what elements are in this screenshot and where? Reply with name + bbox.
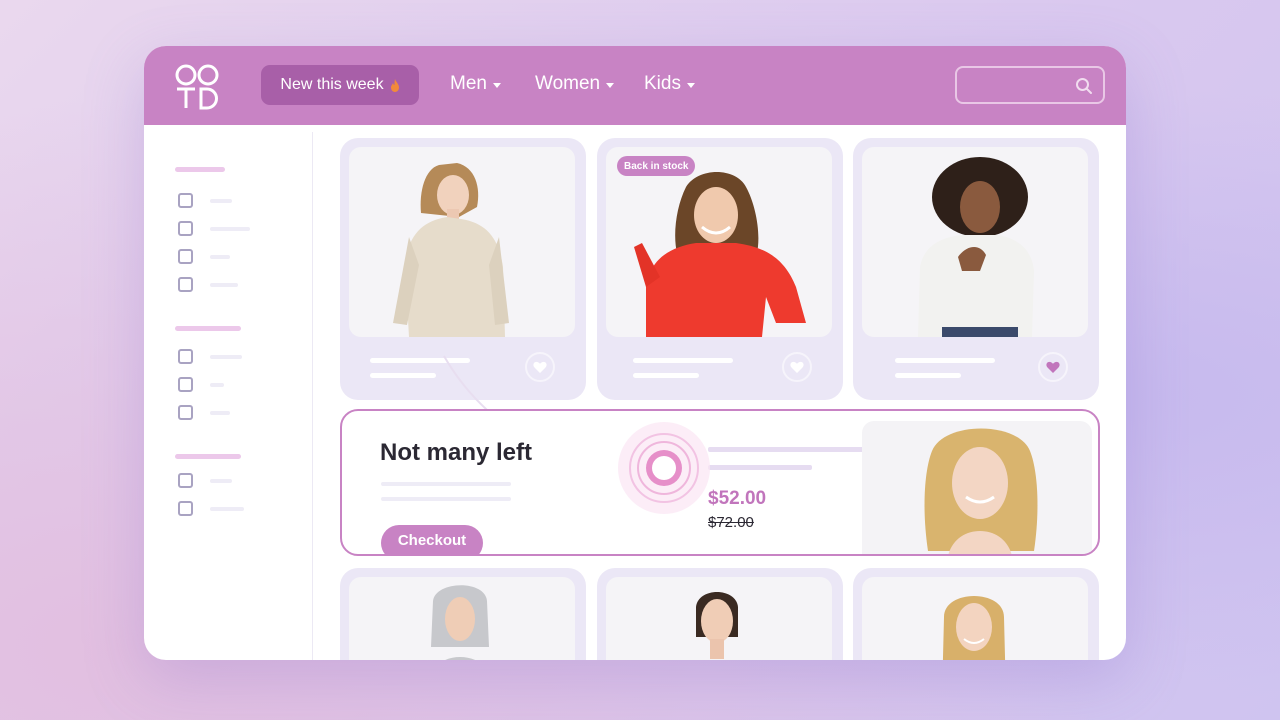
favorite-button[interactable] — [1038, 352, 1068, 382]
filter-group-heading — [175, 167, 225, 172]
promo-product-photo — [862, 421, 1092, 554]
new-this-week-button[interactable]: New this week — [261, 65, 419, 105]
back-in-stock-badge: Back in stock — [617, 156, 696, 176]
filter-option-label — [210, 227, 250, 231]
filter-checkbox[interactable] — [178, 193, 193, 208]
favorite-button[interactable] — [525, 352, 555, 382]
product-card[interactable] — [340, 138, 586, 400]
chevron-down-icon — [492, 82, 501, 88]
filter-checkbox[interactable] — [178, 221, 193, 236]
heart-filled-icon — [1046, 361, 1060, 373]
ootd-logo[interactable] — [174, 63, 222, 111]
promo-product-subtitle-placeholder — [708, 465, 812, 470]
product-card[interactable]: Back in stock — [597, 138, 843, 400]
product-title-placeholder — [633, 358, 733, 363]
filter-option-label — [210, 411, 230, 415]
filter-option-label — [210, 283, 238, 287]
promo-text-placeholder — [381, 497, 511, 501]
promo-banner: Not many left $52.00 $72.00 Checkout — [340, 409, 1100, 556]
favorite-button[interactable] — [782, 352, 812, 382]
flame-icon — [390, 78, 399, 92]
search-icon[interactable] — [1075, 77, 1093, 95]
product-photo — [862, 577, 1088, 660]
search-input[interactable] — [965, 74, 1065, 96]
search-box[interactable] — [955, 66, 1105, 104]
sale-price: $52.00 — [708, 488, 767, 509]
nav-kids[interactable]: Kids — [644, 73, 695, 95]
filter-checkbox[interactable] — [178, 377, 193, 392]
filter-group-heading — [175, 454, 241, 459]
nav-men-label: Men — [450, 73, 487, 94]
product-card[interactable] — [853, 568, 1099, 660]
product-price-placeholder — [370, 373, 436, 378]
filter-option-label — [210, 507, 244, 511]
promo-text-placeholder — [381, 482, 511, 486]
filter-option-label — [210, 355, 242, 359]
top-navigation-bar: New this week Men Women Kids — [144, 46, 1126, 125]
nav-men[interactable]: Men — [450, 73, 501, 95]
heart-icon — [533, 361, 547, 373]
product-price-placeholder — [633, 373, 699, 378]
filter-group-heading — [175, 326, 241, 331]
product-card[interactable] — [853, 138, 1099, 400]
chevron-down-icon — [686, 82, 695, 88]
product-title-placeholder — [895, 358, 995, 363]
promo-title: Not many left — [380, 439, 533, 466]
app-window: New this week Men Women Kids Back in sto… — [144, 46, 1126, 660]
filter-checkbox[interactable] — [178, 277, 193, 292]
product-photo — [606, 577, 832, 660]
product-photo — [349, 577, 575, 660]
product-photo — [862, 147, 1088, 337]
product-title-placeholder — [370, 358, 470, 363]
filter-option-label — [210, 199, 232, 203]
sidebar-divider — [312, 132, 313, 660]
filter-checkbox[interactable] — [178, 501, 193, 516]
filter-sidebar — [144, 125, 312, 660]
filter-option-label — [210, 383, 224, 387]
product-photo — [349, 147, 575, 337]
heart-icon — [790, 361, 804, 373]
filter-checkbox[interactable] — [178, 473, 193, 488]
nav-kids-label: Kids — [644, 73, 681, 94]
cursor-pointer-icon — [618, 422, 710, 514]
filter-checkbox[interactable] — [178, 405, 193, 420]
filter-option-label — [210, 255, 230, 259]
nav-women-label: Women — [535, 73, 601, 94]
filter-option-label — [210, 479, 232, 483]
chevron-down-icon — [606, 82, 615, 88]
new-this-week-label: New this week — [280, 76, 384, 93]
product-price-placeholder — [895, 373, 961, 378]
filter-checkbox[interactable] — [178, 249, 193, 264]
product-card[interactable] — [340, 568, 586, 660]
original-price: $72.00 — [708, 514, 754, 531]
product-card[interactable] — [597, 568, 843, 660]
checkout-button[interactable]: Checkout — [381, 525, 483, 554]
filter-checkbox[interactable] — [178, 349, 193, 364]
nav-women[interactable]: Women — [535, 73, 615, 95]
